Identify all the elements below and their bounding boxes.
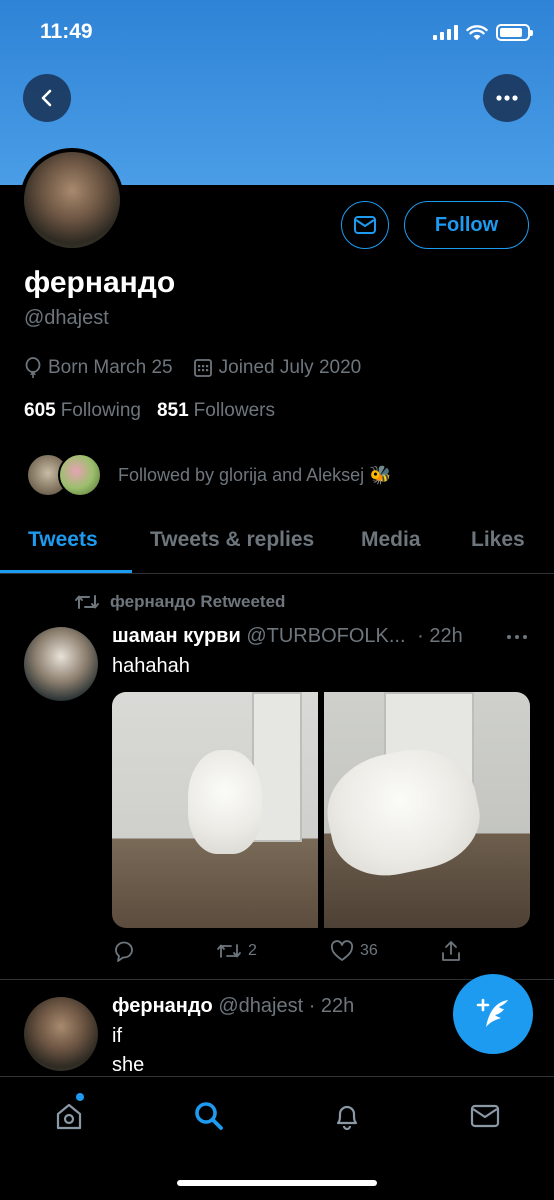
- tab-tweets-replies[interactable]: Tweets & replies: [150, 528, 314, 552]
- tweet-text-line: if: [112, 1025, 122, 1047]
- following-label: Following: [60, 400, 141, 421]
- home-indicator[interactable]: [177, 1180, 377, 1186]
- battery-icon: [496, 24, 533, 41]
- message-button[interactable]: [341, 201, 389, 249]
- followers-label: Followers: [193, 400, 275, 421]
- following-count: 605: [24, 400, 56, 421]
- followers-link[interactable]: 851 Followers: [157, 400, 275, 422]
- bell-icon: [336, 1105, 358, 1131]
- tab-tweets[interactable]: Tweets: [28, 528, 98, 552]
- status-icons: [433, 24, 533, 41]
- tweet-header: шаман курви @TURBOFOLK... · 22h: [112, 625, 463, 648]
- wifi-icon: [466, 24, 488, 40]
- profile-meta: Born March 25 Joined July 2020: [24, 357, 381, 379]
- reply-icon: [115, 941, 133, 962]
- birthday-text: Born March 25: [48, 357, 173, 378]
- like-count: 36: [360, 942, 378, 959]
- tweet-header: фернандо @dhajest · 22h: [112, 995, 354, 1018]
- nav-notifications[interactable]: [330, 1099, 364, 1133]
- like-button[interactable]: 36: [330, 940, 378, 962]
- retweet-note-text: фернандо Retweeted: [110, 592, 286, 611]
- battery-fill: [500, 28, 523, 37]
- tweet-time: · 22h: [308, 995, 355, 1017]
- balloon-icon: [25, 357, 41, 378]
- tweet-author-name[interactable]: фернандо: [112, 995, 213, 1017]
- profile-avatar[interactable]: [20, 148, 124, 252]
- tweet-avatar[interactable]: [24, 627, 98, 701]
- search-icon: [195, 1102, 223, 1130]
- tweet-text: hahahah: [112, 655, 190, 677]
- nav-home[interactable]: [52, 1099, 86, 1133]
- followed-by-row[interactable]: Followed by glorija and Aleksej 🐝: [26, 453, 392, 497]
- following-link[interactable]: 605 Following: [24, 400, 141, 422]
- tweet-photo[interactable]: [324, 692, 530, 928]
- retweet-note: фернандо Retweeted: [74, 592, 285, 612]
- more-horizontal-icon: [496, 95, 518, 101]
- follow-counts: 605 Following 851 Followers: [24, 400, 275, 422]
- dog: [188, 750, 262, 854]
- retweet-icon: [75, 595, 99, 609]
- reply-button[interactable]: [112, 940, 136, 962]
- tweet-avatar[interactable]: [24, 997, 98, 1071]
- follower-avatar: [58, 453, 102, 497]
- birthday-item: Born March 25: [24, 357, 173, 379]
- retweet-icon: [217, 944, 241, 958]
- tweet-text-line: she: [112, 1054, 145, 1076]
- tweet-actions: 2 36: [110, 938, 470, 964]
- nav-messages[interactable]: [468, 1099, 502, 1133]
- signal-icon: [433, 25, 458, 40]
- retweet-count: 2: [248, 942, 257, 959]
- home-icon: [56, 1103, 82, 1130]
- followed-by-text: Followed by glorija and Aleksej 🐝: [118, 464, 392, 485]
- mail-icon: [470, 1104, 500, 1128]
- profile-handle: @dhajest: [24, 307, 109, 329]
- profile-name: фернандо: [24, 266, 176, 299]
- back-button[interactable]: [23, 74, 71, 122]
- home-notification-dot: [76, 1093, 84, 1101]
- avatar-image: [24, 152, 120, 248]
- retweet-button[interactable]: 2: [216, 941, 257, 961]
- nav-search[interactable]: [192, 1099, 226, 1133]
- status-bar: 11:49: [0, 0, 554, 62]
- share-button[interactable]: [440, 940, 462, 962]
- tweet-more-icon[interactable]: [506, 634, 528, 640]
- tab-media[interactable]: Media: [361, 528, 421, 552]
- share-icon: [442, 941, 460, 961]
- status-time: 11:49: [40, 20, 93, 43]
- joined-text: Joined July 2020: [218, 357, 362, 378]
- profile-tabs: Tweets Tweets & replies Media Likes: [0, 520, 554, 574]
- envelope-icon: [354, 216, 376, 234]
- heart-icon: [330, 940, 354, 961]
- joined-item: Joined July 2020: [193, 357, 362, 379]
- tweet-author-handle: @TURBOFOLK...: [246, 625, 406, 647]
- calendar-icon: [193, 359, 212, 377]
- tweet-photo[interactable]: [112, 692, 318, 928]
- tweet-media[interactable]: [112, 692, 530, 928]
- tweet-author-name[interactable]: шаман курви: [112, 625, 241, 647]
- more-options-button[interactable]: [483, 74, 531, 122]
- chevron-left-icon: [41, 89, 52, 107]
- tab-likes[interactable]: Likes: [471, 528, 525, 552]
- tweet-time: · 22h: [417, 625, 463, 647]
- followers-count: 851: [156, 400, 189, 421]
- compose-tweet-icon: [476, 998, 508, 1027]
- compose-tweet-button[interactable]: [453, 974, 533, 1054]
- active-tab-indicator: [0, 570, 132, 573]
- follow-button[interactable]: Follow: [404, 201, 529, 249]
- tweet-author-handle: @dhajest: [218, 995, 304, 1017]
